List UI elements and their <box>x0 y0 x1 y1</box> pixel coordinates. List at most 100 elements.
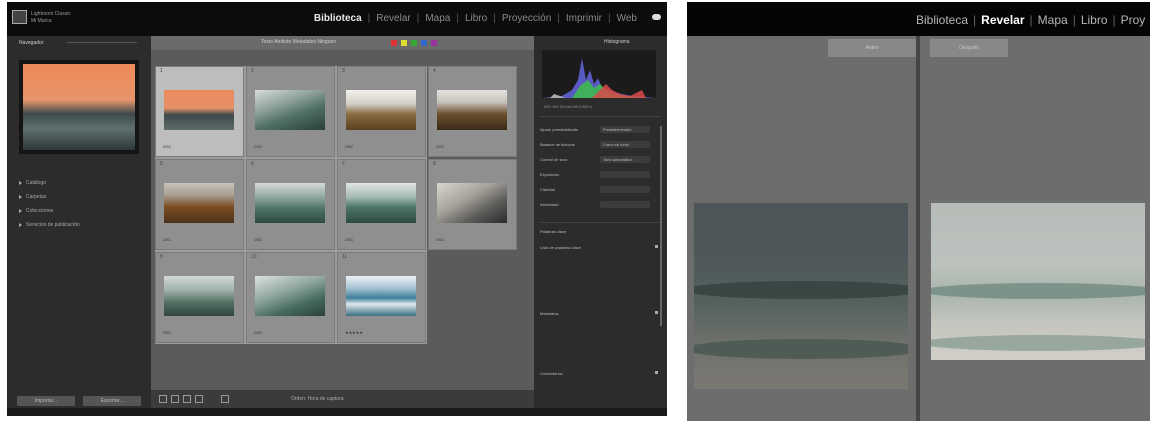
cell-number: 1 <box>160 68 163 74</box>
cell-meta: DSC <box>436 144 445 149</box>
thumbnail-cell[interactable]: 8 DSC <box>428 159 517 250</box>
thumbnail-image[interactable] <box>164 90 234 130</box>
after-image <box>931 203 1145 360</box>
quick-develop-row[interactable]: Exposición <box>540 169 660 181</box>
row-value-dropdown[interactable]: Predeterminado <box>600 126 650 133</box>
cell-number: 2 <box>251 68 254 74</box>
cell-number: 3 <box>342 68 345 74</box>
thumbnail-image[interactable] <box>437 183 507 223</box>
metadata-header[interactable]: Metadatos <box>540 308 660 320</box>
thumbnail-cell[interactable]: 1 DSC <box>155 66 244 157</box>
histogram-header[interactable]: Histograma <box>604 39 630 45</box>
module-biblioteca[interactable]: Biblioteca <box>911 13 973 27</box>
compare-view-icon[interactable] <box>183 395 191 403</box>
quick-develop-row[interactable]: Balance de blancos Como se tomó <box>540 139 660 151</box>
develop-top-bar: Biblioteca | Revelar | Mapa | Libro | Proy <box>687 2 1150 36</box>
expand-triangle-icon <box>19 181 22 185</box>
red-label-icon[interactable] <box>391 40 397 46</box>
wave-shape <box>694 281 908 299</box>
identity-line-1: Lightroom Classic <box>31 11 71 17</box>
histogram <box>542 50 656 98</box>
row-value-dropdown[interactable]: Tono automático <box>600 156 650 163</box>
expand-icon <box>655 371 658 374</box>
keywording-header[interactable]: Palabras clave <box>540 226 660 238</box>
cell-number: 9 <box>160 254 163 260</box>
thumbnail-cell[interactable]: 3 DSC <box>337 66 426 157</box>
filter-options[interactable]: Texto Atributo Metadatos Ninguno <box>261 39 336 45</box>
thumbnail-cell[interactable]: 7 DSC <box>337 159 426 250</box>
publish-services-item[interactable]: Servicios de publicación <box>19 218 80 232</box>
navigator-header[interactable]: Navegador <box>19 40 43 46</box>
thumbnail-cell[interactable]: 5 DSC <box>155 159 244 250</box>
grid-view-icon[interactable] <box>159 395 167 403</box>
row-value-dropdown[interactable] <box>600 201 650 208</box>
navigator-divider <box>67 42 137 43</box>
people-view-icon[interactable] <box>221 395 229 403</box>
thumbnail-image[interactable] <box>346 276 416 316</box>
blue-label-icon[interactable] <box>421 40 427 46</box>
collections-item[interactable]: Colecciones <box>19 204 80 218</box>
module-mapa[interactable]: Mapa <box>419 13 456 24</box>
develop-window: Biblioteca | Revelar | Mapa | Libro | Proy A… <box>687 2 1150 421</box>
module-web[interactable]: Web <box>611 13 643 24</box>
wave-shape <box>931 335 1145 351</box>
module-mapa[interactable]: Mapa <box>1033 13 1073 27</box>
cell-meta: DSC <box>163 144 172 149</box>
export-button[interactable]: Exportar... <box>83 396 141 406</box>
quick-develop-row[interactable]: Control de tono Tono automático <box>540 154 660 166</box>
cell-number: 8 <box>433 161 436 167</box>
thumbnail-image[interactable] <box>255 276 325 316</box>
row-value-dropdown[interactable]: Como se tomó <box>600 141 650 148</box>
survey-view-icon[interactable] <box>195 395 203 403</box>
purple-label-icon[interactable] <box>431 40 437 46</box>
right-panel-scrollbar[interactable] <box>660 126 662 326</box>
sort-order[interactable]: Orden: Hora de captura <box>291 396 344 402</box>
module-revelar[interactable]: Revelar <box>976 13 1029 27</box>
left-panel: Navegador Catálogo Carpetas Colecciones … <box>7 36 151 408</box>
cloud-sync-icon[interactable] <box>652 14 661 20</box>
row-label: Exposición <box>540 172 560 177</box>
cell-meta: DSC <box>254 237 263 242</box>
thumbnail-cell[interactable]: 10 DSC <box>246 252 335 343</box>
yellow-label-icon[interactable] <box>401 40 407 46</box>
catalog-item[interactable]: Catálogo <box>19 176 80 190</box>
row-value-dropdown[interactable] <box>600 171 650 178</box>
row-label: Balance de blancos <box>540 142 575 147</box>
thumbnail-cell[interactable]: 9 DSC <box>155 252 244 343</box>
thumbnail-image[interactable] <box>164 183 234 223</box>
module-biblioteca[interactable]: Biblioteca <box>308 13 368 24</box>
thumbnail-image[interactable] <box>255 90 325 130</box>
quick-develop-row[interactable]: Ajuste preestablecido Predeterminado <box>540 124 660 136</box>
navigator-preview[interactable] <box>19 60 139 154</box>
wave-shape <box>931 283 1145 299</box>
keyword-list-header[interactable]: Lista de palabras clave <box>540 242 660 254</box>
module-proyeccion[interactable]: Proyección <box>496 13 557 24</box>
thumbnail-cell[interactable]: 4 DSC <box>428 66 517 157</box>
row-label: Claridad <box>540 187 555 192</box>
green-label-icon[interactable] <box>411 40 417 46</box>
module-imprimir[interactable]: Imprimir <box>560 13 608 24</box>
module-proyeccion[interactable]: Proy <box>1116 13 1150 27</box>
thumbnail-image[interactable] <box>164 276 234 316</box>
row-value-dropdown[interactable] <box>600 186 650 193</box>
thumbnail-image[interactable] <box>346 90 416 130</box>
thumbnail-cell[interactable]: 11 ★★★★★ <box>337 252 426 343</box>
module-libro[interactable]: Libro <box>459 13 493 24</box>
thumbnail-image[interactable] <box>346 183 416 223</box>
folders-item[interactable]: Carpetas <box>19 190 80 204</box>
before-after-divider[interactable] <box>916 36 920 421</box>
module-libro[interactable]: Libro <box>1076 13 1113 27</box>
catalog-list: Catálogo Carpetas Colecciones Servicios … <box>19 176 80 232</box>
import-button[interactable]: Importar... <box>17 396 75 406</box>
cell-number: 11 <box>342 254 348 260</box>
quick-develop-row[interactable]: Claridad <box>540 184 660 196</box>
thumbnail-cell[interactable]: 6 DSC <box>246 159 335 250</box>
quick-develop-row[interactable]: Intensidad <box>540 199 660 211</box>
cell-number: 4 <box>433 68 436 74</box>
thumbnail-image[interactable] <box>255 183 325 223</box>
thumbnail-image[interactable] <box>437 90 507 130</box>
thumbnail-cell[interactable]: 2 DSC <box>246 66 335 157</box>
module-revelar[interactable]: Revelar <box>370 13 416 24</box>
comments-header[interactable]: Comentarios <box>540 368 660 380</box>
loupe-view-icon[interactable] <box>171 395 179 403</box>
